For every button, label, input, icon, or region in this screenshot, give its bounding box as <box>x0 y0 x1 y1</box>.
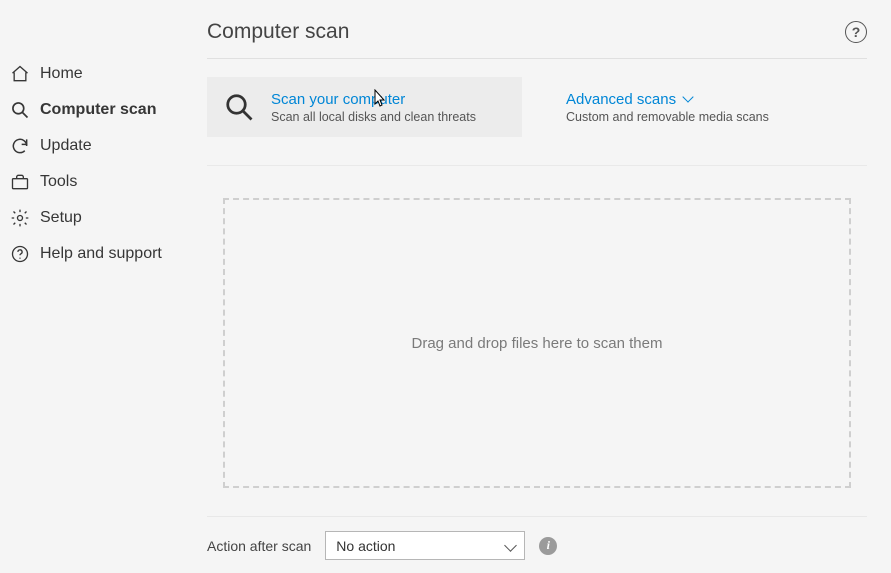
gear-icon <box>10 208 30 228</box>
sidebar-item-label: Computer scan <box>40 100 156 119</box>
sidebar: Home Computer scan Update Tools Setup <box>0 0 191 573</box>
scan-subtitle: Scan all local disks and clean threats <box>271 110 476 124</box>
home-icon <box>10 64 30 84</box>
action-after-scan-label: Action after scan <box>207 538 311 554</box>
sidebar-item-label: Tools <box>40 172 77 191</box>
scan-title: Scan your computer <box>271 91 476 108</box>
dropzone-text: Drag and drop files here to scan them <box>412 335 663 352</box>
sidebar-item-home[interactable]: Home <box>0 56 191 92</box>
advanced-scans-card[interactable]: Advanced scans Custom and removable medi… <box>552 77 867 137</box>
toolbox-icon <box>10 172 30 192</box>
sidebar-item-setup[interactable]: Setup <box>0 200 191 236</box>
sidebar-item-label: Home <box>40 64 83 83</box>
action-texts: Advanced scans Custom and removable medi… <box>566 91 769 124</box>
scan-your-computer-card[interactable]: Scan your computer Scan all local disks … <box>207 77 522 137</box>
action-after-scan-select[interactable] <box>325 531 525 560</box>
sidebar-item-help[interactable]: Help and support <box>0 236 191 272</box>
advanced-title: Advanced scans <box>566 91 769 108</box>
sidebar-item-computer-scan[interactable]: Computer scan <box>0 92 191 128</box>
dropzone[interactable]: Drag and drop files here to scan them <box>223 198 851 488</box>
main-panel: Computer scan ? Scan your computer Scan … <box>191 0 891 573</box>
action-texts: Scan your computer Scan all local disks … <box>271 91 476 124</box>
help-icon <box>10 244 30 264</box>
footer-bar: Action after scan i <box>207 516 867 560</box>
advanced-subtitle: Custom and removable media scans <box>566 110 769 124</box>
action-after-scan-select-wrap <box>325 531 525 560</box>
sidebar-item-tools[interactable]: Tools <box>0 164 191 200</box>
sidebar-item-label: Setup <box>40 208 82 227</box>
info-icon[interactable]: i <box>539 537 557 555</box>
refresh-icon <box>10 136 30 156</box>
search-icon <box>221 89 257 125</box>
sidebar-item-label: Update <box>40 136 92 155</box>
header: Computer scan ? <box>207 20 867 59</box>
actions-row: Scan your computer Scan all local disks … <box>207 77 867 166</box>
sidebar-item-label: Help and support <box>40 244 162 263</box>
help-button[interactable]: ? <box>845 21 867 43</box>
page-title: Computer scan <box>207 20 349 44</box>
search-icon <box>10 100 30 120</box>
sidebar-item-update[interactable]: Update <box>0 128 191 164</box>
